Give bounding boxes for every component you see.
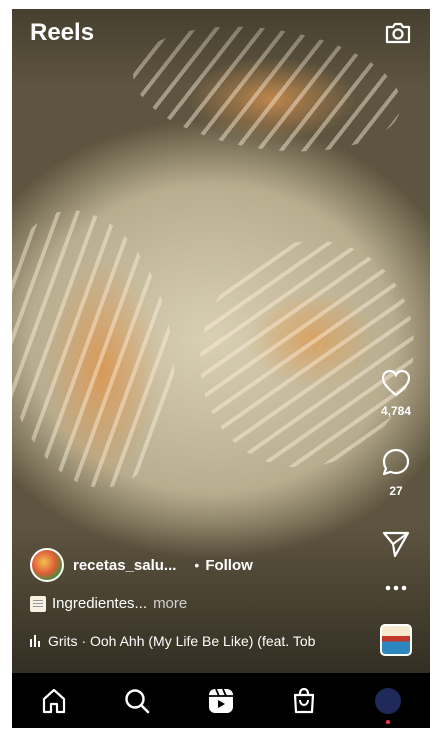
- search-icon[interactable]: [122, 686, 152, 716]
- more-options-icon[interactable]: [376, 579, 416, 599]
- comment-count: 27: [389, 484, 403, 498]
- audio-title: Grits · Ooh Ahh (My Life Be Like) (feat.…: [48, 633, 316, 649]
- avatar[interactable]: [30, 548, 64, 582]
- reels-icon[interactable]: [206, 686, 236, 716]
- heart-icon[interactable]: [381, 369, 411, 397]
- comment-action[interactable]: 27: [376, 447, 416, 498]
- shop-icon[interactable]: [289, 686, 319, 716]
- follow-button[interactable]: Follow: [205, 557, 253, 574]
- bottom-nav: [12, 673, 430, 728]
- camera-icon[interactable]: [384, 21, 412, 45]
- like-action[interactable]: 4,784: [376, 369, 416, 418]
- author-row: recetas_salu... • Follow: [30, 548, 253, 582]
- send-icon[interactable]: [381, 530, 411, 558]
- audio-bars-icon: [30, 635, 40, 647]
- memo-icon: [30, 595, 46, 612]
- separator-dot: •: [194, 557, 200, 573]
- page-title: Reels: [30, 19, 95, 46]
- share-action[interactable]: [376, 530, 416, 563]
- caption-text: Ingredientes...: [52, 595, 148, 612]
- home-icon[interactable]: [39, 686, 69, 716]
- food-image-detail: [12, 196, 196, 502]
- caption[interactable]: Ingredientes... more: [30, 595, 187, 612]
- notification-dot: [386, 720, 390, 724]
- reels-screen: Reels 4,784 27 recetas_salu... • Follow: [12, 9, 430, 728]
- profile-image: [375, 688, 401, 714]
- profile-avatar[interactable]: [373, 686, 403, 724]
- comment-icon[interactable]: [381, 447, 411, 477]
- like-count: 4,784: [380, 404, 412, 418]
- audio-thumbnail[interactable]: [380, 624, 412, 656]
- username-link[interactable]: recetas_salu...: [73, 557, 176, 574]
- audio-track[interactable]: Grits · Ooh Ahh (My Life Be Like) (feat.…: [30, 633, 360, 649]
- caption-more-link[interactable]: more: [153, 595, 187, 612]
